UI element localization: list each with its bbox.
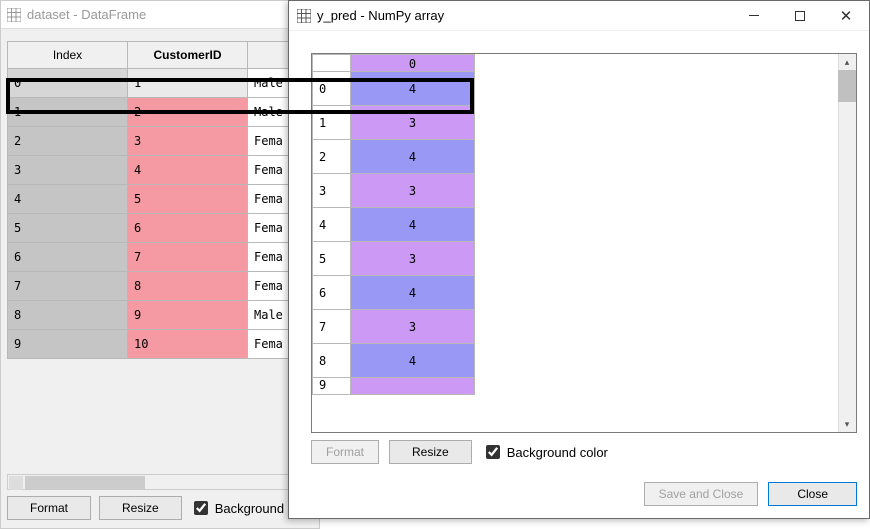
table-row[interactable]: 73 [313,310,475,344]
dataset-window: dataset - DataFrame Index CustomerID 01M… [0,0,320,529]
grid-icon [7,8,21,22]
table-row[interactable]: 45Fema [8,185,319,214]
grid-icon [297,9,311,23]
table-row[interactable]: 34Fema [8,156,319,185]
dataset-titlebar: dataset - DataFrame [1,1,319,29]
background-color-checkbox-label: Background color [507,445,608,460]
index-cell[interactable] [313,55,351,72]
table-row[interactable]: 53 [313,242,475,276]
col-header-customerid[interactable]: CustomerID [128,42,248,69]
index-cell[interactable]: 2 [313,140,351,174]
ypred-title: y_pred - NumPy array [317,8,444,23]
table-row[interactable]: 78Fema [8,272,319,301]
maximize-icon [795,11,805,21]
index-cell[interactable]: 3 [313,174,351,208]
value-cell[interactable]: 3 [351,242,475,276]
customerid-cell[interactable]: 3 [128,127,248,156]
scrollbar-thumb[interactable] [838,70,856,102]
dataset-title: dataset - DataFrame [27,7,146,22]
customerid-cell[interactable]: 9 [128,301,248,330]
table-row[interactable]: 64 [313,276,475,310]
value-cell[interactable]: 3 [351,106,475,140]
index-cell[interactable]: 6 [313,276,351,310]
value-cell[interactable]: 4 [351,140,475,174]
customerid-cell[interactable]: 7 [128,243,248,272]
format-button: Format [311,440,379,464]
value-cell[interactable]: 4 [351,276,475,310]
customerid-cell[interactable]: 6 [128,214,248,243]
close-icon: ✕ [840,7,853,25]
table-row[interactable]: 56Fema [8,214,319,243]
index-cell[interactable]: 3 [8,156,128,185]
index-cell[interactable]: 7 [8,272,128,301]
index-cell[interactable]: 5 [313,242,351,276]
table-row[interactable]: 23Fema [8,127,319,156]
index-cell[interactable]: 4 [313,208,351,242]
table-row[interactable]: 01Male [8,69,319,98]
index-cell[interactable]: 8 [8,301,128,330]
ypred-titlebar: y_pred - NumPy array ✕ [289,1,869,31]
index-cell[interactable]: 0 [313,72,351,106]
table-row[interactable]: 67Fema [8,243,319,272]
close-window-button[interactable]: ✕ [823,1,869,31]
index-cell[interactable]: 8 [313,344,351,378]
customerid-cell[interactable]: 4 [128,156,248,185]
minimize-icon [749,15,759,16]
value-cell[interactable]: 3 [351,174,475,208]
resize-button[interactable]: Resize [389,440,472,464]
horizontal-scrollbar[interactable] [7,474,313,490]
resize-button[interactable]: Resize [99,496,182,520]
table-row[interactable]: 89Male [8,301,319,330]
table-row[interactable]: 910Fema [8,330,319,359]
value-cell[interactable] [351,378,475,395]
customerid-cell[interactable]: 8 [128,272,248,301]
table-row[interactable]: 12Male [8,98,319,127]
index-cell[interactable]: 7 [313,310,351,344]
value-cell[interactable]: 3 [351,310,475,344]
index-cell[interactable]: 9 [313,378,351,395]
ypred-window: y_pred - NumPy array ✕ 00413243344536473… [288,0,870,519]
value-cell[interactable]: 4 [351,72,475,106]
index-cell[interactable]: 4 [8,185,128,214]
table-row[interactable]: 04 [313,72,475,106]
index-cell[interactable]: 5 [8,214,128,243]
table-row[interactable]: 84 [313,344,475,378]
table-row[interactable]: 24 [313,140,475,174]
index-cell[interactable]: 1 [313,106,351,140]
background-color-checkbox[interactable]: Background color [482,442,608,462]
vertical-scrollbar[interactable]: ▴ ▾ [838,54,856,432]
format-button[interactable]: Format [7,496,91,520]
customerid-cell[interactable]: 10 [128,330,248,359]
index-cell[interactable]: 1 [8,98,128,127]
value-cell[interactable]: 4 [351,208,475,242]
value-cell[interactable]: 4 [351,344,475,378]
index-cell[interactable]: 0 [8,69,128,98]
table-row[interactable]: 13 [313,106,475,140]
table-row[interactable]: 44 [313,208,475,242]
table-row[interactable]: 0 [313,55,475,72]
background-color-checkbox-input[interactable] [486,445,500,459]
table-row[interactable]: 9 [313,378,475,395]
minimize-button[interactable] [731,1,777,31]
background-checkbox[interactable]: Background [190,498,284,518]
background-checkbox-label: Background [215,501,284,516]
scroll-up-icon[interactable]: ▴ [838,54,856,70]
background-checkbox-input[interactable] [194,501,208,515]
table-row[interactable]: 33 [313,174,475,208]
maximize-button[interactable] [777,1,823,31]
dataset-grid[interactable]: Index CustomerID 01Male12Male23Fema34Fem… [7,41,319,478]
value-cell[interactable]: 0 [351,55,475,72]
index-cell[interactable]: 2 [8,127,128,156]
customerid-cell[interactable]: 2 [128,98,248,127]
index-cell[interactable]: 9 [8,330,128,359]
customerid-cell[interactable]: 1 [128,69,248,98]
ypred-grid[interactable]: 00413243344536473849 ▴ ▾ [311,53,857,433]
save-and-close-button: Save and Close [644,482,759,506]
index-cell[interactable]: 6 [8,243,128,272]
col-header-index[interactable]: Index [8,42,128,69]
customerid-cell[interactable]: 5 [128,185,248,214]
scroll-down-icon[interactable]: ▾ [838,416,856,432]
close-button[interactable]: Close [768,482,857,506]
